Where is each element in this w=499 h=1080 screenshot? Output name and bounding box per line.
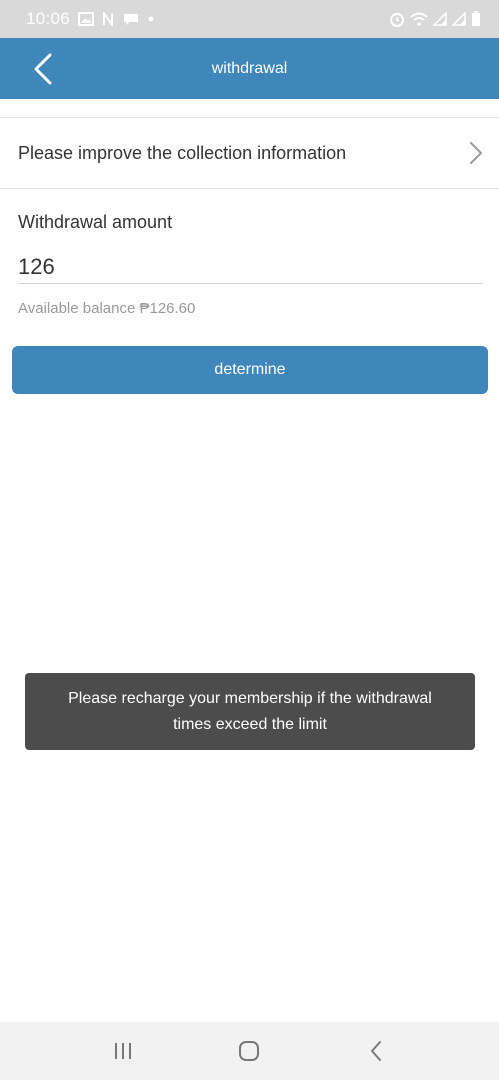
withdrawal-amount-input[interactable] [18,250,483,284]
status-bar: 10:06 [0,0,499,38]
toast-message: Please recharge your membership if the w… [25,673,475,750]
app-bar: withdrawal [0,38,499,99]
page-title: withdrawal [211,59,288,77]
determine-button[interactable]: determine [12,346,488,394]
signal-icon [452,12,466,26]
recents-icon [115,1043,132,1059]
alarm-icon [389,11,405,27]
status-time: 10:06 [26,9,71,28]
status-right [389,11,481,27]
collection-info-label: Please improve the collection informatio… [18,142,347,163]
withdrawal-amount-label: Withdrawal amount [18,212,173,232]
status-left: 10:06 [26,9,154,29]
divider-middle [0,188,499,189]
image-icon [78,12,95,26]
battery-icon [471,11,481,27]
wifi-icon [410,12,428,27]
home-icon [239,1041,260,1061]
system-nav-bar [0,1022,499,1080]
nav-back-button[interactable] [346,1026,406,1076]
signal-icon [433,12,447,26]
recents-button[interactable] [93,1026,153,1076]
n-icon [102,12,114,26]
toast-text: Please recharge your membership if the w… [68,689,432,733]
dot-icon [148,16,154,22]
chevron-right-icon [470,142,482,164]
chevron-left-icon [34,53,52,85]
back-icon [370,1041,381,1061]
collection-info-row[interactable]: Please improve the collection informatio… [0,118,499,188]
chat-bubble-icon [122,12,140,26]
available-balance-text: Available balance ₱126.60 [18,300,196,317]
back-button[interactable] [28,52,58,86]
home-button[interactable] [219,1026,279,1076]
